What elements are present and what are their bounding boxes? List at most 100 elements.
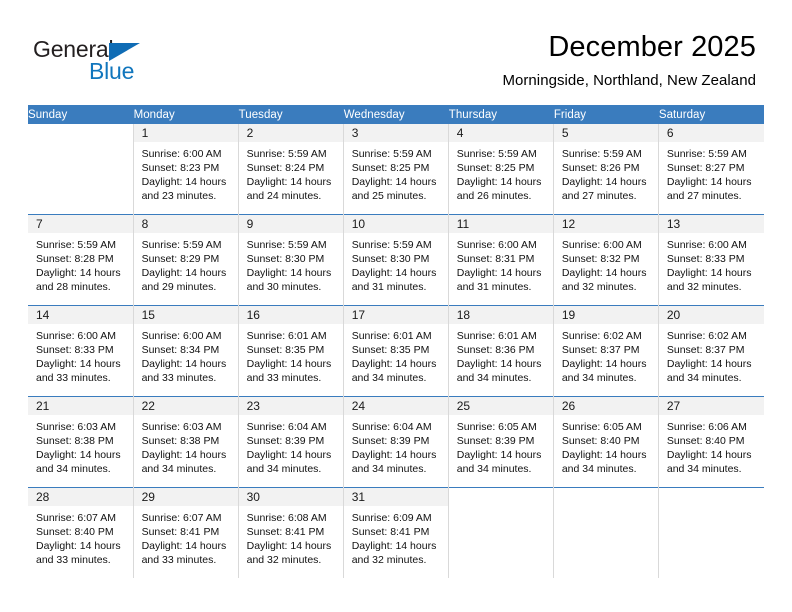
day-info-line-daylight: Daylight: 14 hours [456,176,542,188]
calendar-day-cell[interactable]: 29 Sunrise: 6:07 AM Sunset: 8:41 PM Dayligh… [133,487,239,578]
day-info-line-sunset: Sunset: 8:40 PM [666,435,745,447]
calendar-day-cell-empty [28,124,134,215]
day-info-line-sunrise: Sunrise: 6:01 AM [351,330,432,342]
day-cell-inner: 20 Sunrise: 6:02 AM Sunset: 8:37 PM Dayligh… [658,306,764,396]
calendar-day-cell[interactable]: 13 Sunrise: 6:00 AM Sunset: 8:33 PM Dayligh… [658,214,764,306]
calendar-body: 1 Sunrise: 6:00 AM Sunset: 8:23 PM Daylight… [28,124,764,578]
day-cell-inner: 11 Sunrise: 6:00 AM Sunset: 8:31 PM Dayligh… [448,215,553,305]
calendar-day-cell[interactable]: 11 Sunrise: 6:00 AM Sunset: 8:31 PM Dayligh… [448,214,554,306]
weekday-header-saturday: Saturday [658,105,765,124]
day-number [659,488,764,506]
day-astronomy-info: Sunrise: 6:04 AM Sunset: 8:39 PM Daylight:… [344,415,448,476]
day-info-line-daylight2: and 24 minutes. [246,190,322,202]
day-cell-inner: 27 Sunrise: 6:06 AM Sunset: 8:40 PM Dayligh… [658,397,764,487]
day-info-line-sunset: Sunset: 8:39 PM [456,435,535,447]
calendar-day-cell[interactable]: 12 Sunrise: 6:00 AM Sunset: 8:32 PM Dayligh… [553,214,659,306]
day-info-line-sunrise: Sunrise: 5:59 AM [141,239,222,251]
day-astronomy-info [28,142,133,147]
day-number: 12 [553,215,658,233]
day-cell-inner: 5 Sunrise: 5:59 AM Sunset: 8:26 PM Daylight… [553,124,658,214]
calendar-day-cell[interactable]: 6 Sunrise: 5:59 AM Sunset: 8:27 PM Daylight… [658,124,764,215]
day-info-line-daylight2: and 34 minutes. [561,463,637,475]
day-info-line-daylight2: and 33 minutes. [141,372,217,384]
calendar-day-cell[interactable]: 23 Sunrise: 6:04 AM Sunset: 8:39 PM Dayligh… [238,396,344,488]
calendar-day-cell[interactable]: 31 Sunrise: 6:09 AM Sunset: 8:41 PM Dayligh… [343,487,449,578]
calendar-day-cell[interactable]: 8 Sunrise: 5:59 AM Sunset: 8:29 PM Daylight… [133,214,239,306]
calendar-day-cell[interactable]: 7 Sunrise: 5:59 AM Sunset: 8:28 PM Daylight… [28,214,134,306]
calendar-day-cell[interactable]: 17 Sunrise: 6:01 AM Sunset: 8:35 PM Dayligh… [343,305,449,397]
day-cell-inner [28,124,133,214]
day-cell-inner: 31 Sunrise: 6:09 AM Sunset: 8:41 PM Dayligh… [343,488,448,578]
calendar-day-cell[interactable]: 15 Sunrise: 6:00 AM Sunset: 8:34 PM Dayligh… [133,305,239,397]
calendar-week-row: 21 Sunrise: 6:03 AM Sunset: 8:38 PM Dayligh… [28,396,764,488]
page-subtitle: Morningside, Northland, New Zealand [502,72,756,89]
calendar-day-cell[interactable]: 4 Sunrise: 5:59 AM Sunset: 8:25 PM Daylight… [448,124,554,215]
day-info-line-sunrise: Sunrise: 6:00 AM [36,330,116,342]
calendar-day-cell[interactable]: 28 Sunrise: 6:07 AM Sunset: 8:40 PM Dayligh… [28,487,134,578]
weekday-header-tuesday: Tuesday [238,105,344,124]
day-info-line-daylight2: and 30 minutes. [246,281,322,293]
day-number: 16 [238,306,343,324]
calendar-day-cell[interactable]: 22 Sunrise: 6:03 AM Sunset: 8:38 PM Dayligh… [133,396,239,488]
day-astronomy-info: Sunrise: 5:59 AM Sunset: 8:25 PM Daylight:… [344,142,448,203]
day-info-line-sunrise: Sunrise: 6:09 AM [351,512,432,524]
calendar-day-cell[interactable]: 10 Sunrise: 5:59 AM Sunset: 8:30 PM Dayligh… [343,214,449,306]
day-info-line-sunrise: Sunrise: 6:00 AM [141,148,222,160]
day-info-line-daylight: Daylight: 14 hours [351,449,437,461]
day-cell-inner: 29 Sunrise: 6:07 AM Sunset: 8:41 PM Dayligh… [133,488,238,578]
calendar-day-cell[interactable]: 2 Sunrise: 5:59 AM Sunset: 8:24 PM Daylight… [238,124,344,215]
logo-text-blue: Blue [89,58,135,84]
day-info-line-sunrise: Sunrise: 6:00 AM [141,330,222,342]
calendar-day-cell[interactable]: 27 Sunrise: 6:06 AM Sunset: 8:40 PM Dayligh… [658,396,764,488]
calendar-day-cell[interactable]: 21 Sunrise: 6:03 AM Sunset: 8:38 PM Dayligh… [28,396,134,488]
day-cell-inner: 28 Sunrise: 6:07 AM Sunset: 8:40 PM Dayligh… [28,488,133,578]
day-number: 28 [28,488,133,506]
day-info-line-daylight: Daylight: 14 hours [141,267,227,279]
day-info-line-sunset: Sunset: 8:38 PM [36,435,114,447]
day-number: 22 [133,397,238,415]
day-info-line-daylight: Daylight: 14 hours [351,358,437,370]
day-info-line-sunset: Sunset: 8:41 PM [141,526,220,538]
day-info-line-sunrise: Sunrise: 6:02 AM [561,330,642,342]
day-astronomy-info [554,506,658,511]
day-astronomy-info: Sunrise: 6:06 AM Sunset: 8:40 PM Daylight:… [659,415,764,476]
calendar-day-cell[interactable]: 5 Sunrise: 5:59 AM Sunset: 8:26 PM Daylight… [553,124,659,215]
day-info-line-daylight2: and 31 minutes. [456,281,532,293]
calendar-day-cell[interactable]: 25 Sunrise: 6:05 AM Sunset: 8:39 PM Dayligh… [448,396,554,488]
day-cell-inner: 7 Sunrise: 5:59 AM Sunset: 8:28 PM Daylight… [28,215,133,305]
day-info-line-sunset: Sunset: 8:35 PM [351,344,430,356]
calendar-day-cell[interactable]: 30 Sunrise: 6:08 AM Sunset: 8:41 PM Dayligh… [238,487,344,578]
day-cell-inner: 15 Sunrise: 6:00 AM Sunset: 8:34 PM Dayligh… [133,306,238,396]
calendar-day-cell[interactable]: 26 Sunrise: 6:05 AM Sunset: 8:40 PM Dayligh… [553,396,659,488]
day-astronomy-info: Sunrise: 5:59 AM Sunset: 8:26 PM Daylight:… [554,142,658,203]
day-info-line-sunset: Sunset: 8:25 PM [351,162,430,174]
day-cell-inner: 24 Sunrise: 6:04 AM Sunset: 8:39 PM Dayligh… [343,397,448,487]
calendar-day-cell[interactable]: 18 Sunrise: 6:01 AM Sunset: 8:36 PM Dayligh… [448,305,554,397]
calendar-day-cell[interactable]: 20 Sunrise: 6:02 AM Sunset: 8:37 PM Dayligh… [658,305,764,397]
calendar-day-cell[interactable]: 16 Sunrise: 6:01 AM Sunset: 8:35 PM Dayligh… [238,305,344,397]
calendar-day-cell[interactable]: 14 Sunrise: 6:00 AM Sunset: 8:33 PM Dayligh… [28,305,134,397]
calendar-day-cell[interactable]: 9 Sunrise: 5:59 AM Sunset: 8:30 PM Daylight… [238,214,344,306]
month-calendar-grid: Sunday Monday Tuesday Wednesday Thursday… [28,105,765,578]
day-number [449,488,553,506]
day-number: 15 [133,306,238,324]
calendar-day-cell[interactable]: 24 Sunrise: 6:04 AM Sunset: 8:39 PM Dayligh… [343,396,449,488]
day-cell-inner: 14 Sunrise: 6:00 AM Sunset: 8:33 PM Dayligh… [28,306,133,396]
calendar-day-cell[interactable]: 3 Sunrise: 5:59 AM Sunset: 8:25 PM Daylight… [343,124,449,215]
day-info-line-daylight: Daylight: 14 hours [36,267,121,279]
day-cell-inner: 23 Sunrise: 6:04 AM Sunset: 8:39 PM Dayligh… [238,397,343,487]
day-info-line-daylight2: and 32 minutes. [561,281,637,293]
day-info-line-sunset: Sunset: 8:40 PM [36,526,114,538]
calendar-day-cell[interactable]: 1 Sunrise: 6:00 AM Sunset: 8:23 PM Daylight… [133,124,239,215]
day-info-line-sunset: Sunset: 8:30 PM [246,253,325,265]
general-blue-logo[interactable]: General Blue [33,36,163,84]
day-info-line-daylight2: and 34 minutes. [561,372,637,384]
day-info-line-daylight2: and 26 minutes. [456,190,532,202]
day-info-line-daylight: Daylight: 14 hours [561,267,647,279]
day-info-line-sunrise: Sunrise: 6:01 AM [456,330,537,342]
day-info-line-daylight2: and 27 minutes. [561,190,637,202]
day-cell-inner: 21 Sunrise: 6:03 AM Sunset: 8:38 PM Dayligh… [28,397,133,487]
calendar-day-cell[interactable]: 19 Sunrise: 6:02 AM Sunset: 8:37 PM Dayligh… [553,305,659,397]
day-astronomy-info: Sunrise: 6:07 AM Sunset: 8:41 PM Daylight:… [134,506,238,567]
day-astronomy-info [449,506,553,511]
